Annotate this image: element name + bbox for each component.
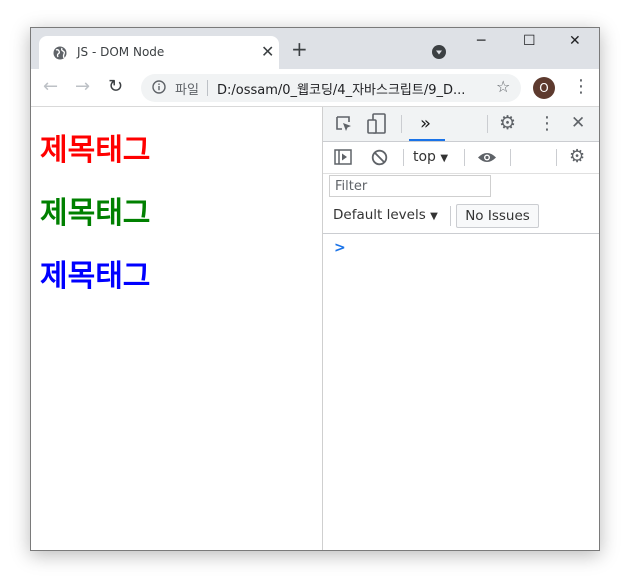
device-toolbar-icon[interactable]: [367, 113, 387, 135]
tab-search-icon[interactable]: [432, 45, 446, 59]
log-levels-label: Default levels: [333, 207, 426, 223]
console-output[interactable]: >: [323, 233, 599, 550]
heading-blue: 제목태그: [40, 259, 151, 294]
browser-window: JS - DOM Node ✕ + ─ ☐ ✕ ← → ↻ 파일 D:/ossa…: [30, 27, 600, 551]
maximize-button[interactable]: ☐: [523, 34, 536, 48]
console-prompt-icon: >: [334, 240, 346, 256]
log-levels-arrow-icon: ▼: [430, 211, 438, 222]
devtools-panel: » ⚙ ⋮ ✕ top ▼ ⚙ Filter Default levels ▼ …: [322, 107, 599, 550]
reload-button[interactable]: ↻: [108, 77, 123, 97]
chrome-menu-icon[interactable]: ⋮: [572, 77, 590, 97]
chevron-double-right-icon: »: [420, 113, 432, 134]
context-label: top: [413, 149, 436, 165]
live-expression-eye-icon[interactable]: [477, 151, 497, 164]
devtools-close-icon[interactable]: ✕: [571, 113, 585, 133]
url-text[interactable]: D:/ossam/0_웹코딩/4_자바스크립트/9_D...: [217, 79, 465, 98]
title-bar: JS - DOM Node ✕ + ─ ☐ ✕: [31, 28, 599, 69]
info-icon[interactable]: [152, 80, 166, 94]
globe-icon: [53, 46, 67, 60]
heading-red: 제목태그: [40, 133, 151, 168]
new-tab-button[interactable]: +: [291, 39, 308, 59]
forward-button[interactable]: →: [75, 77, 90, 97]
page-viewport: 제목태그 제목태그 제목태그: [31, 107, 322, 550]
browser-toolbar: ← → ↻ 파일 D:/ossam/0_웹코딩/4_자바스크립트/9_D... …: [31, 69, 599, 107]
bookmark-star-icon[interactable]: ☆: [496, 77, 510, 96]
context-selector[interactable]: top ▼: [413, 149, 448, 165]
log-levels-dropdown[interactable]: Default levels ▼: [333, 207, 438, 223]
minimize-button[interactable]: ─: [477, 34, 485, 48]
devtools-tab-bar: » ⚙ ⋮ ✕: [323, 107, 599, 142]
settings-gear-icon[interactable]: ⚙: [499, 112, 516, 134]
inspect-element-icon[interactable]: [335, 115, 353, 133]
window-close-button[interactable]: ✕: [569, 34, 581, 48]
console-toolbar: top ▼ ⚙: [323, 142, 599, 174]
tab-title: JS - DOM Node: [77, 45, 165, 59]
context-dropdown-arrow-icon: ▼: [440, 153, 449, 164]
tab-close-icon[interactable]: ✕: [261, 43, 274, 61]
console-filter-input[interactable]: [329, 175, 491, 197]
sidebar-toggle-icon[interactable]: [334, 149, 352, 165]
more-tabs-button[interactable]: »: [409, 107, 445, 141]
clear-console-icon[interactable]: [371, 149, 388, 166]
console-settings-gear-icon[interactable]: ⚙: [569, 146, 585, 167]
browser-tab[interactable]: JS - DOM Node ✕: [39, 36, 279, 69]
back-button[interactable]: ←: [43, 77, 58, 97]
devtools-menu-icon[interactable]: ⋮: [538, 113, 556, 134]
heading-green: 제목태그: [40, 196, 151, 231]
profile-avatar[interactable]: O: [533, 77, 555, 99]
address-bar[interactable]: 파일 D:/ossam/0_웹코딩/4_자바스크립트/9_D... ☆: [141, 74, 521, 102]
active-tab-underline: [409, 139, 445, 141]
address-separator: [207, 80, 208, 96]
url-scheme-label: 파일: [175, 83, 199, 98]
issues-button[interactable]: No Issues: [456, 204, 539, 228]
